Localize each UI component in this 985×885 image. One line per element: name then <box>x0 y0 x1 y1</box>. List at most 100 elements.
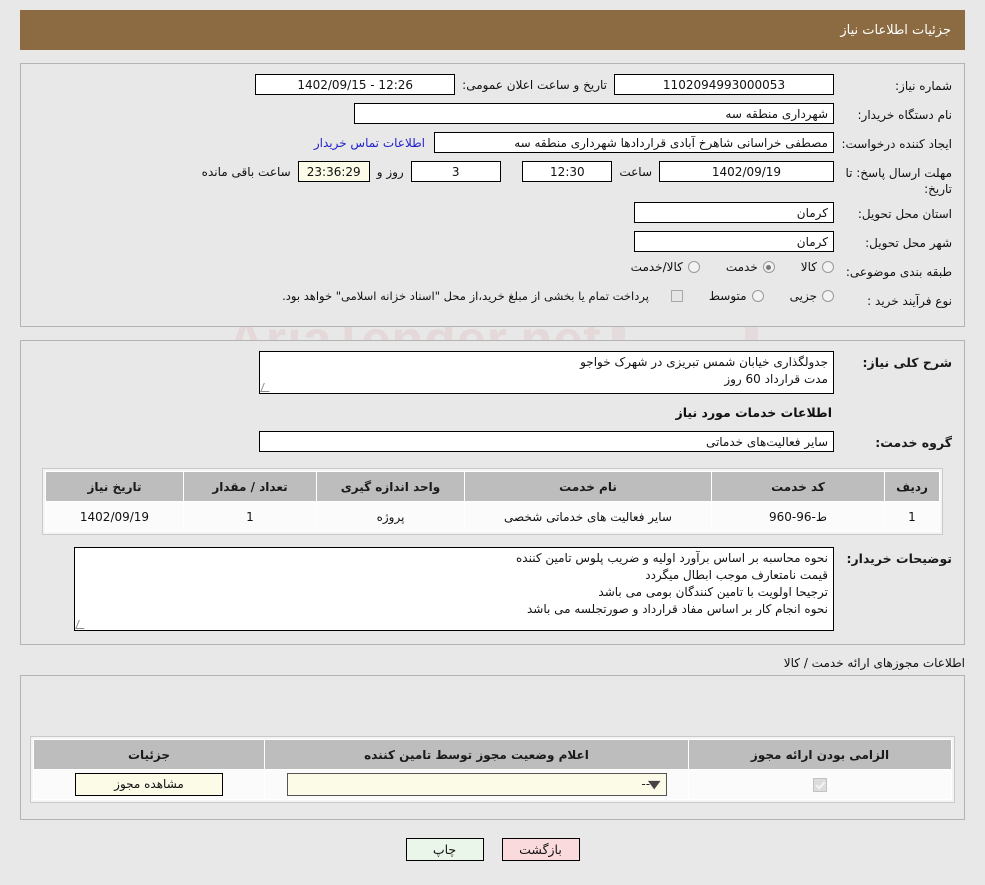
radio-selected-icon <box>762 261 775 274</box>
chevron-down-icon: ▼ <box>647 778 661 792</box>
need-number-value[interactable]: 1102094993000053 <box>614 74 834 95</box>
category-radio-kala[interactable]: کالا <box>801 260 834 274</box>
cell-permit-details: مشاهده مجوز <box>33 769 265 801</box>
view-permit-button[interactable]: مشاهده مجوز <box>75 773 223 797</box>
cell-qty: 1 <box>183 501 317 533</box>
category-radio-kala-khedmat-label: کالا/خدمت <box>630 260 683 275</box>
hour-label: ساعت <box>619 164 652 179</box>
deadline-date-value[interactable]: 1402/09/19 <box>659 161 834 182</box>
remaining-days-value[interactable]: 3 <box>410 161 501 182</box>
permits-table-wrap: الزامی بودن ارائه مجوز اعلام وضعیت مجوز … <box>30 736 955 804</box>
summary-textarea[interactable]: جدولگذاری خیابان شمس تبریزی در شهرک خواج… <box>259 351 834 395</box>
process-row: نوع فرآیند خرید : جزیی متوسط پرداخت تمام… <box>33 289 952 313</box>
permits-caption: اطلاعات مجوزهای ارائه خدمت / کالا <box>783 656 965 671</box>
table-row: 1 ط-96-960 سایر فعالیت های خدماتی شخصی پ… <box>45 501 940 533</box>
cell-permit-status: ▼ -- <box>264 769 689 801</box>
col-name: نام خدمت <box>464 471 712 503</box>
process-radio-motevaset-label: متوسط <box>708 289 747 304</box>
permit-status-value: -- <box>641 777 651 792</box>
process-radio-motevaset[interactable]: متوسط <box>709 289 764 303</box>
days-label: روز و <box>376 164 404 179</box>
deadline-time-value[interactable]: 12:30 <box>522 161 613 182</box>
cell-row-no: 1 <box>884 501 940 533</box>
process-label: نوع فرآیند خرید : <box>867 294 952 309</box>
footer-actions: بازگشت چاپ <box>0 838 985 862</box>
summary-label: شرح کلی نیاز: <box>862 355 952 371</box>
radio-icon <box>822 290 834 303</box>
province-value[interactable]: کرمان <box>634 202 834 224</box>
category-radio-khedmat[interactable]: خدمت <box>726 260 775 274</box>
checkbox-checked-icon <box>813 778 827 793</box>
buyer-notes-row: توضیحات خریدار: نحوه محاسبه بر اساس برآو… <box>33 547 952 632</box>
col-row-no: ردیف <box>884 471 940 503</box>
cell-code: ط-96-960 <box>711 501 885 533</box>
city-label: شهر محل تحویل: <box>865 236 952 251</box>
col-code: کد خدمت <box>711 471 885 503</box>
services-section-title: اطلاعات خدمات مورد نیاز <box>675 405 833 421</box>
table-row: ▼ -- مشاهده مجوز <box>33 769 952 801</box>
radio-icon <box>751 290 764 303</box>
need-details-panel: شماره نیاز: 1102094993000053 تاریخ و ساع… <box>20 63 965 328</box>
permits-table: الزامی بودن ارائه مجوز اعلام وضعیت مجوز … <box>33 739 952 801</box>
treasury-checkbox-item[interactable]: پرداخت تمام یا بخشی از مبلغ خرید،از محل … <box>282 289 683 303</box>
buyer-notes-label: توضیحات خریدار: <box>846 551 952 567</box>
col-permit-required: الزامی بودن ارائه مجوز <box>688 739 952 771</box>
cell-unit: پروژه <box>316 501 465 533</box>
permit-status-select[interactable]: ▼ -- <box>286 773 667 797</box>
cell-need-date: 1402/09/19 <box>45 501 184 533</box>
countdown-value: 23:36:29 <box>297 161 370 182</box>
spacer-label <box>501 165 523 179</box>
category-radio-kala-label: کالا <box>800 260 817 275</box>
province-row: استان محل تحویل: کرمان <box>33 202 952 226</box>
service-group-label: گروه خدمت: <box>875 435 952 451</box>
category-radio-group: کالا خدمت کالا/خدمت <box>605 260 834 274</box>
permits-panel: الزامی بودن ارائه مجوز اعلام وضعیت مجوز … <box>20 675 965 821</box>
services-table-wrap: ردیف کد خدمت نام خدمت واحد اندازه گیری ت… <box>42 468 943 536</box>
radio-icon <box>687 261 700 274</box>
buyer-contact-link[interactable]: اطلاعات تماس خریدار <box>305 136 434 150</box>
page-title: جزئیات اطلاعات نیاز <box>840 22 951 38</box>
col-permit-status: اعلام وضعیت مجوز توسط تامین کننده <box>264 739 689 771</box>
permits-table-header-row: الزامی بودن ارائه مجوز اعلام وضعیت مجوز … <box>33 739 952 771</box>
process-radio-jozi[interactable]: جزیی <box>790 289 834 303</box>
creator-value[interactable]: مصطفی خراسانی شاهرخ آبادی قراردادها شهرد… <box>434 132 834 153</box>
announcement-datetime[interactable]: 1402/09/15 - 12:26 <box>255 74 456 95</box>
buyer-org-row: نام دستگاه خریدار: شهرداری منطقه سه <box>33 103 952 127</box>
service-group-value[interactable]: سایر فعالیت‌های خدماتی <box>259 431 834 453</box>
col-qty: تعداد / مقدار <box>183 471 317 503</box>
col-need-date: تاریخ نیاز <box>45 471 184 503</box>
deadline-row: مهلت ارسال پاسخ: تا تاریخ: 1402/09/19 سا… <box>33 161 952 197</box>
print-button[interactable]: چاپ <box>405 838 484 862</box>
category-row: طبقه بندی موضوعی: کالا خدمت کالا/خدمت <box>33 260 952 284</box>
need-number-row: شماره نیاز: 1102094993000053 تاریخ و ساع… <box>33 74 952 98</box>
process-radio-group: جزیی متوسط پرداخت تمام یا بخشی از مبلغ خ… <box>256 289 834 303</box>
category-label: طبقه بندی موضوعی: <box>845 265 952 280</box>
buyer-org-label: نام دستگاه خریدار: <box>857 108 953 122</box>
category-radio-kala-khedmat[interactable]: کالا/خدمت <box>631 260 700 274</box>
city-value[interactable]: کرمان <box>634 231 834 253</box>
buyer-org-value[interactable]: شهرداری منطقه سه <box>354 103 834 124</box>
province-label: استان محل تحویل: <box>857 207 952 222</box>
announcement-label: تاریخ و ساعت اعلان عمومی: <box>462 77 607 92</box>
cell-permit-required <box>688 769 952 801</box>
cell-name: سایر فعالیت های خدماتی شخصی <box>464 501 712 533</box>
buyer-notes-textarea[interactable]: نحوه محاسبه بر اساس برآورد اولیه و ضریب … <box>74 547 834 632</box>
city-row: شهر محل تحویل: کرمان <box>33 231 952 255</box>
radio-icon <box>822 261 834 274</box>
creator-row: ایجاد کننده درخواست: مصطفی خراسانی شاهرخ… <box>33 132 952 156</box>
services-table: ردیف کد خدمت نام خدمت واحد اندازه گیری ت… <box>45 471 940 533</box>
service-group-row: گروه خدمت: سایر فعالیت‌های خدماتی <box>33 431 952 455</box>
col-unit: واحد اندازه گیری <box>316 471 465 503</box>
need-number-label: شماره نیاز: <box>895 79 952 93</box>
back-button[interactable]: بازگشت <box>501 838 580 862</box>
countdown-label: ساعت باقی مانده <box>201 164 291 179</box>
col-permit-details: جزئیات <box>33 739 265 771</box>
checkbox-icon <box>670 290 683 303</box>
treasury-note: پرداخت تمام یا بخشی از مبلغ خرید،از محل … <box>282 289 649 304</box>
creator-label: ایجاد کننده درخواست: <box>841 137 952 151</box>
category-radio-khedmat-label: خدمت <box>725 260 758 275</box>
deadline-label: مهلت ارسال پاسخ: تا تاریخ: <box>845 166 952 197</box>
summary-row: شرح کلی نیاز: جدولگذاری خیابان شمس تبریز… <box>33 351 952 395</box>
process-radio-jozi-label: جزیی <box>789 289 817 304</box>
page-header: جزئیات اطلاعات نیاز <box>20 10 965 50</box>
